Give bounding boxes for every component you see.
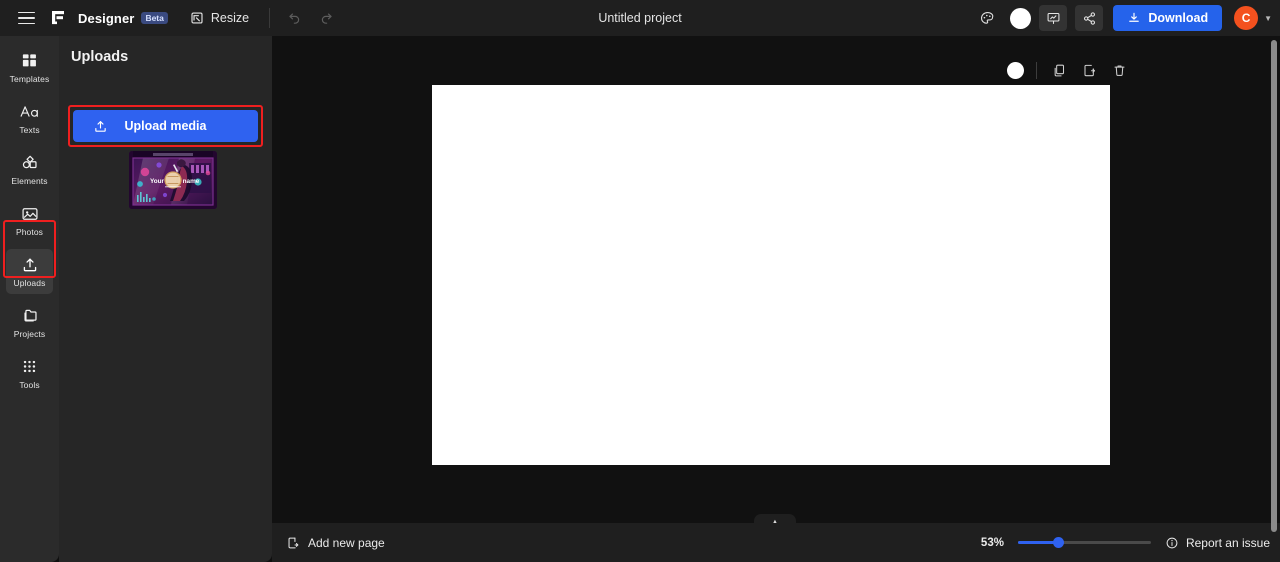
uploaded-media-thumbnail[interactable]: Your name [129, 151, 217, 209]
sidebar-item-label: Elements [11, 175, 48, 186]
beta-badge: Beta [141, 11, 168, 25]
tools-dots-icon [21, 358, 38, 376]
flipsnack-logo-icon [48, 7, 70, 29]
avatar[interactable]: C [1234, 6, 1259, 30]
download-button[interactable]: Download [1113, 5, 1223, 31]
templates-grid-icon [21, 52, 38, 70]
sidebar-item-photos[interactable]: Photos [6, 198, 53, 243]
uploads-panel: Uploads Upload media Your name [59, 36, 337, 562]
sidebar-item-label: Projects [13, 328, 46, 339]
sidebar-item-label: Photos [15, 226, 44, 237]
trash-icon[interactable] [1109, 60, 1129, 80]
left-rail: Templates Texts Elements Photos Uploads … [0, 36, 59, 562]
upload-media-label: Upload media [124, 119, 207, 133]
vertical-scrollbar[interactable] [1271, 40, 1277, 532]
undo-arrow-icon[interactable] [278, 3, 308, 33]
share-icon[interactable] [1075, 5, 1104, 31]
elements-shapes-icon [21, 154, 39, 172]
sidebar-item-templates[interactable]: Templates [6, 45, 53, 90]
sidebar-item-label: Uploads [13, 277, 46, 288]
copy-icon[interactable] [1049, 60, 1069, 80]
thumbnail-text-left: Your [150, 178, 165, 185]
resize-label: Resize [210, 11, 250, 25]
report-issue-button[interactable]: Report an issue [1165, 536, 1270, 550]
sidebar-item-label: Tools [19, 379, 40, 390]
toolbar-divider [1036, 61, 1037, 79]
sidebar-item-texts[interactable]: Texts [6, 96, 53, 141]
sidebar-item-uploads[interactable]: Uploads [6, 249, 53, 294]
toolbar-divider [269, 8, 271, 28]
chevron-down-icon[interactable]: ▼ [1264, 14, 1272, 23]
hamburger-menu-icon[interactable] [12, 3, 40, 33]
sidebar-item-label: Texts [19, 124, 40, 135]
duplicate-page-icon[interactable] [1079, 60, 1099, 80]
resize-icon [190, 11, 204, 25]
sidebar-item-tools[interactable]: Tools [6, 351, 53, 396]
download-label: Download [1148, 11, 1209, 25]
canvas-page[interactable] [432, 85, 1110, 465]
report-issue-label: Report an issue [1185, 535, 1270, 550]
text-aa-icon [19, 103, 41, 121]
resize-button[interactable]: Resize [184, 6, 255, 30]
canvas-toolbar [1007, 60, 1129, 80]
uploads-arrow-icon [21, 256, 39, 274]
sidebar-item-projects[interactable]: Projects [6, 300, 53, 345]
undo-redo-group [278, 3, 342, 33]
white-color-swatch[interactable] [1010, 7, 1032, 29]
page-color-swatch[interactable] [1007, 61, 1024, 79]
info-circle-icon [1165, 536, 1179, 550]
zoom-slider[interactable] [1017, 537, 1151, 549]
photos-image-icon [21, 205, 39, 223]
thumbnail-text-right: name [183, 178, 200, 185]
canvas-stage[interactable]: ▲ [272, 36, 1280, 562]
redo-arrow-icon[interactable] [312, 3, 342, 33]
top-bar-left: Designer Beta Resize [0, 0, 342, 36]
add-page-icon [286, 536, 300, 550]
projects-folder-icon [21, 307, 39, 325]
zoom-slider-knob[interactable] [1052, 537, 1064, 548]
download-icon [1127, 11, 1141, 25]
designer-app: Designer Beta Resize Untitled project Do… [0, 0, 1280, 562]
bottom-bar: Add new page 53% Report an issue [272, 523, 1280, 562]
add-new-page-label: Add new page [308, 535, 385, 550]
palette-icon[interactable] [972, 3, 1002, 33]
panel-title: Uploads [71, 49, 129, 65]
top-bar: Designer Beta Resize Untitled project Do… [0, 0, 1280, 36]
add-new-page-button[interactable]: Add new page [286, 536, 385, 550]
sidebar-item-label: Templates [9, 73, 50, 84]
bottom-bar-right: 53% Report an issue [981, 536, 1270, 550]
sidebar-item-elements[interactable]: Elements [6, 147, 53, 192]
zoom-level-label: 53% [980, 536, 1004, 549]
top-bar-right: Download C ▼ [972, 0, 1272, 36]
upload-media-button[interactable]: Upload media [73, 110, 258, 142]
upload-icon [93, 119, 108, 134]
present-icon[interactable] [1039, 5, 1068, 31]
brand-name: Designer [78, 10, 135, 26]
